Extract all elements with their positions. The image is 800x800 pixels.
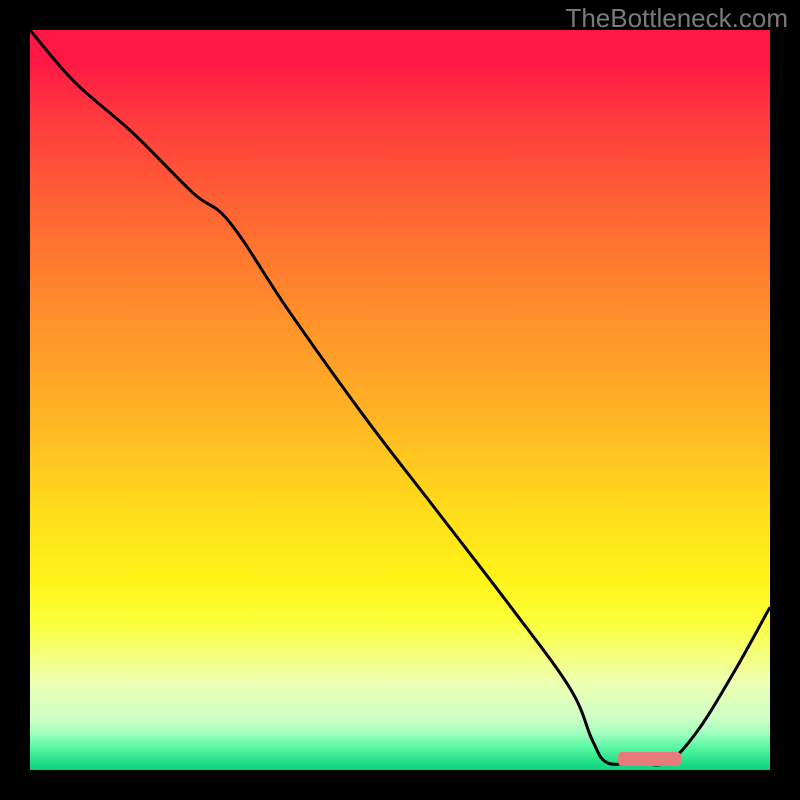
- watermark-text: TheBottleneck.com: [565, 3, 788, 34]
- chart-background-gradient: [30, 30, 770, 770]
- optimal-range-marker: [618, 752, 681, 765]
- page-root: TheBottleneck.com: [0, 0, 800, 800]
